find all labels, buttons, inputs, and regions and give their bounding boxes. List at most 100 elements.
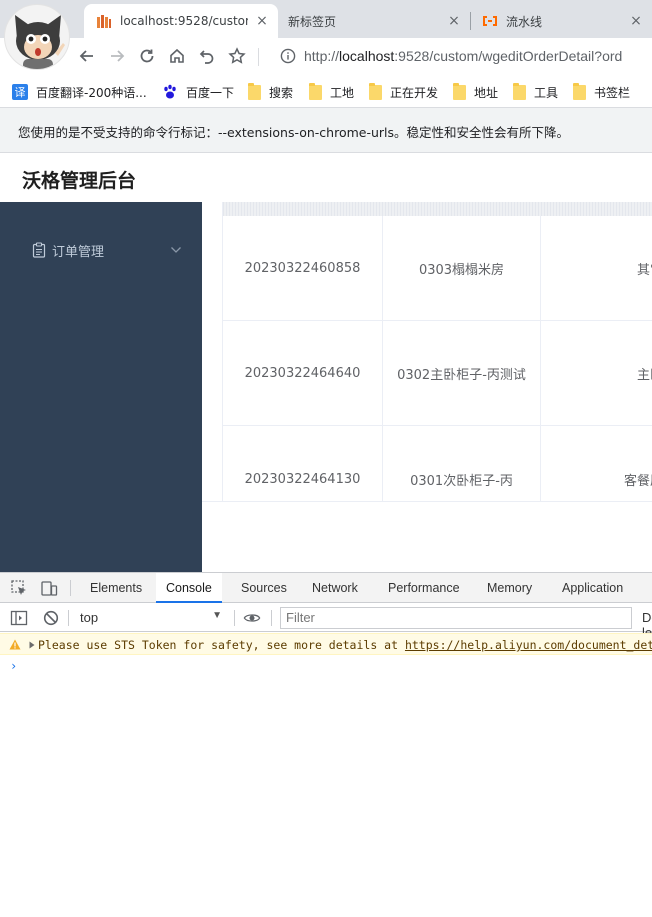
bookmark-label: 书签栏 [594, 85, 631, 100]
folder-icon [309, 82, 322, 100]
folder-icon [513, 82, 526, 100]
main-content: 20230322460858 0303榻榻米房 其它 2023032246464… [202, 202, 652, 572]
tab-localhost[interactable]: localhost:9528/custom × [84, 4, 278, 38]
order-number-cell: 20230322460858 [223, 216, 383, 321]
console-divider [234, 610, 235, 626]
inspect-element-icon[interactable] [10, 579, 28, 597]
bookmark-star-button[interactable] [224, 43, 250, 69]
tab-divider [470, 12, 471, 30]
screen: localhost:9528/custom × 新标签页 × 流水线 × htt… [0, 0, 652, 917]
console-divider [68, 610, 69, 626]
chevron-down-icon [171, 247, 181, 253]
order-detail-table: 20230322460858 0303榻榻米房 其它 2023032246464… [222, 202, 652, 502]
address-bar[interactable]: http://localhost:9528/custom/wgeditOrder… [272, 42, 652, 70]
folder-icon [248, 82, 261, 100]
warning-icon [9, 639, 21, 650]
context-selector[interactable]: top ▼ [74, 608, 230, 628]
tab-title: 新标签页 [288, 14, 337, 29]
forward-button[interactable] [104, 43, 130, 69]
infobar-message: 您使用的是不受支持的命令行标记：--extensions-on-chrome-u… [18, 125, 570, 140]
context-value: top [80, 610, 99, 625]
bookmark-label: 地址 [474, 85, 499, 100]
close-tab-icon[interactable]: × [628, 13, 644, 29]
folder-icon [453, 82, 466, 100]
toolbar-divider [258, 48, 259, 66]
reload-icon [140, 49, 154, 63]
close-tab-icon[interactable]: × [254, 13, 270, 29]
bookmark-folder-bookmarks-bar[interactable]: 书签栏 [573, 82, 631, 101]
order-number-cell: 20230322464640 [223, 321, 383, 426]
tab-elements[interactable]: Elements [80, 573, 152, 603]
room-type-cell: 客餐厅 [623, 473, 652, 489]
live-expression-eye-icon[interactable] [243, 609, 261, 627]
console-toolbar: top ▼ Filter Default levels [0, 604, 652, 640]
unsupported-flag-infobar: 您使用的是不受支持的命令行标记：--extensions-on-chrome-u… [0, 108, 652, 153]
browser-toolbar: http://localhost:9528/custom/wgeditOrder… [0, 38, 652, 74]
bookmark-folder-site[interactable]: 工地 [309, 82, 354, 101]
console-divider [271, 610, 272, 626]
baidu-paw-icon [164, 84, 176, 99]
warning-text: Please use STS Token for safety, see mor… [38, 638, 652, 652]
folder-icon [369, 82, 382, 100]
bookmark-baidu-translate[interactable]: 译 百度翻译-200种语... [12, 83, 147, 101]
bookmark-label: 正在开发 [390, 85, 439, 100]
tab-sources[interactable]: Sources [231, 573, 297, 603]
order-name-cell: 0303榻榻米房 [383, 216, 541, 321]
table-header-strip [223, 202, 652, 216]
pipeline-favicon-icon [482, 14, 498, 28]
close-tab-icon[interactable]: × [446, 13, 462, 29]
undo-icon [199, 50, 214, 64]
tab-pipeline[interactable]: 流水线 × [472, 4, 652, 38]
expand-triangle-icon[interactable] [28, 641, 36, 649]
info-icon[interactable] [280, 48, 296, 64]
localhost-favicon-icon [96, 13, 112, 29]
sidebar: 订单管理 [0, 202, 202, 572]
tab-network[interactable]: Network [302, 573, 368, 603]
star-icon [228, 47, 246, 64]
room-type-cell: 其它 [636, 263, 652, 278]
bookmark-folder-search[interactable]: 搜索 [248, 82, 294, 101]
devtools-divider [70, 580, 71, 596]
browser-tab-strip: localhost:9528/custom × 新标签页 × 流水线 × [0, 0, 652, 38]
order-number-cell: 20230322464130 [223, 426, 383, 502]
console-prompt[interactable]: › [10, 659, 17, 673]
home-button[interactable] [164, 43, 190, 69]
bookmarks-bar: 译 百度翻译-200种语... 百度一下 搜索 工地 正在开发 地址 工具 书签… [0, 74, 652, 108]
folder-icon [573, 82, 586, 100]
profile-avatar[interactable] [4, 4, 70, 70]
tab-performance[interactable]: Performance [378, 573, 470, 603]
table-row: 20230322464640 0302主卧柜子-丙测试 主卧 [223, 321, 652, 426]
sidebar-item-orders[interactable]: 订单管理 [0, 232, 202, 268]
bookmark-label: 工具 [534, 85, 559, 100]
tab-new-tab[interactable]: 新标签页 × [278, 4, 470, 38]
warning-link[interactable]: https://help.aliyun.com/document_detail/ [405, 638, 652, 652]
bookmark-baidu[interactable]: 百度一下 [162, 83, 234, 101]
bookmark-folder-tools[interactable]: 工具 [513, 82, 559, 101]
bookmark-folder-address[interactable]: 地址 [453, 82, 499, 101]
app-header: 沃格管理后台 [0, 154, 652, 202]
order-name-cell: 0302主卧柜子-丙测试 [383, 321, 541, 426]
room-type-cell: 主卧 [636, 368, 652, 383]
bookmark-folder-dev[interactable]: 正在开发 [369, 82, 439, 101]
app-title: 沃格管理后台 [22, 170, 137, 192]
bookmark-label: 搜索 [269, 85, 294, 100]
device-toolbar-icon[interactable] [40, 579, 58, 597]
cat-avatar-icon [15, 15, 65, 69]
clear-console-icon[interactable] [42, 609, 60, 627]
console-filter-input[interactable]: Filter [280, 607, 632, 629]
table-row: 20230322460858 0303榻榻米房 其它 [223, 216, 652, 321]
tab-application[interactable]: Application [552, 573, 633, 603]
tab-memory[interactable]: Memory [477, 573, 542, 603]
show-sidebar-icon[interactable] [10, 609, 28, 627]
reload-button[interactable] [134, 43, 160, 69]
console-warning-message: Please use STS Token for safety, see mor… [0, 633, 652, 655]
undo-button[interactable] [194, 43, 220, 69]
tab-console[interactable]: Console [156, 573, 222, 603]
back-button[interactable] [74, 43, 100, 69]
table-gutter [202, 202, 222, 502]
sidebar-item-label: 订单管理 [52, 244, 105, 260]
devtools-tab-bar: Elements Console Sources Network Perform… [0, 573, 652, 603]
tab-title: localhost:9528/custom [120, 14, 248, 28]
dropdown-arrow-icon: ▼ [212, 610, 222, 621]
table-row: 20230322464130 0301次卧柜子-丙 客餐厅 [223, 426, 652, 502]
